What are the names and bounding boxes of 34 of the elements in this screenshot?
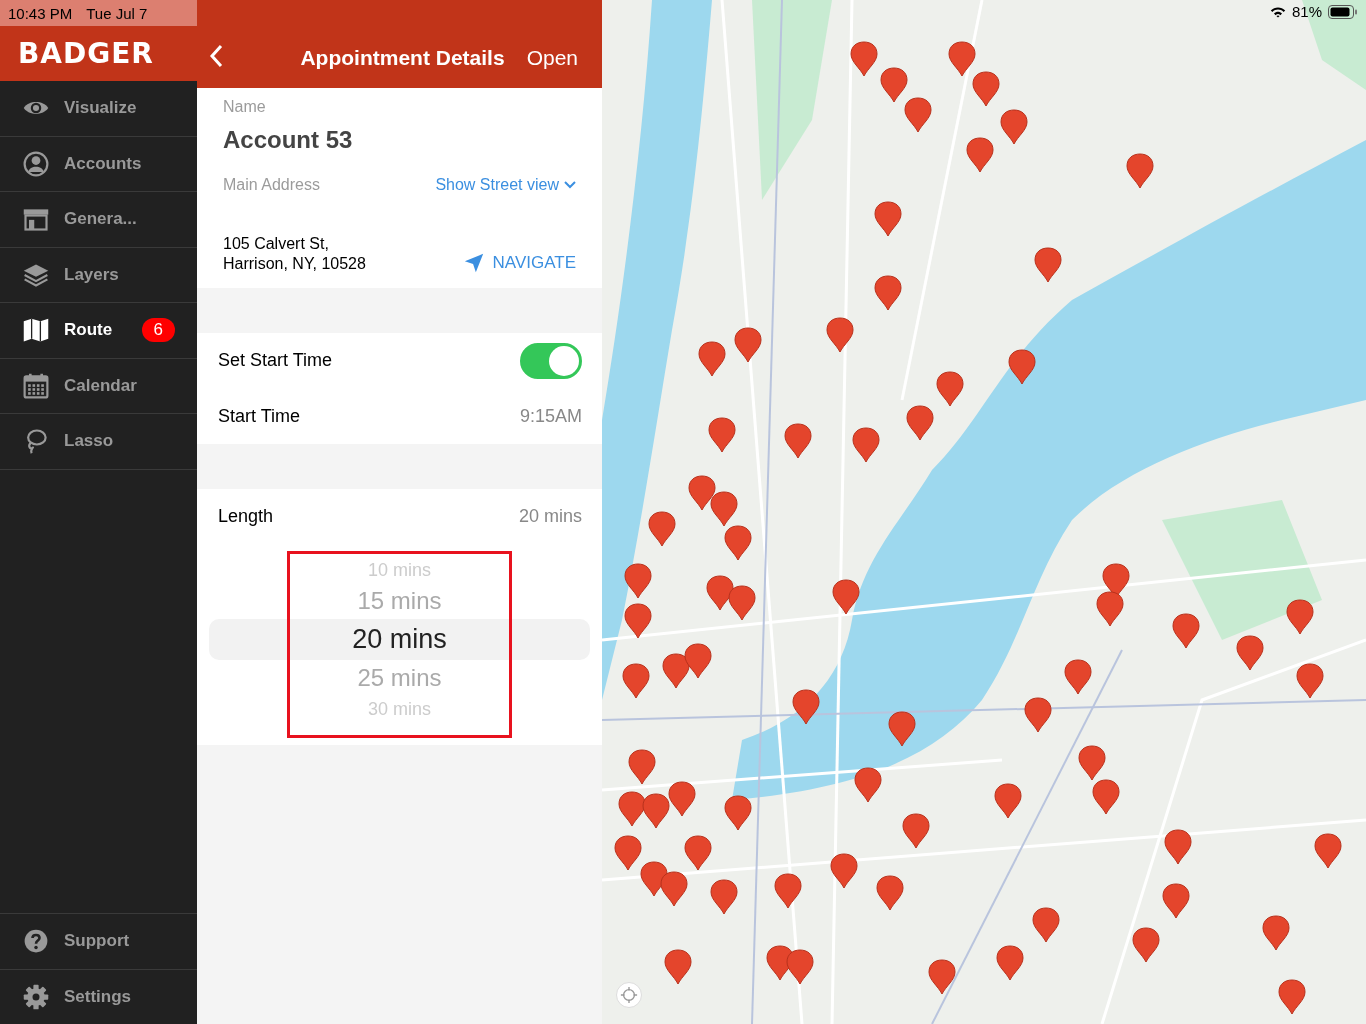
account-name: Account 53 — [223, 126, 354, 154]
street-view-link[interactable]: Show Street view — [435, 176, 576, 194]
setting-value: 9:15AM — [519, 405, 582, 427]
address-text: 105 Calvert St, Harrison, NY, 10528 — [223, 234, 366, 274]
field-label: Main Address — [223, 176, 320, 194]
battery-icon — [1328, 4, 1358, 19]
chevron-down-icon — [564, 181, 576, 189]
setting-label: Start Time — [218, 405, 301, 427]
back-icon[interactable] — [209, 44, 223, 68]
header-title: Appointment Details — [300, 46, 505, 70]
navigate-button[interactable]: NAVIGATE — [462, 252, 576, 274]
picker-option[interactable]: 20 mins — [209, 619, 590, 660]
app-logo: BADGER — [18, 37, 154, 70]
sidebar-item[interactable]: Settings — [0, 968, 197, 1024]
count-badge: 6 — [141, 318, 175, 343]
wifi-icon — [1269, 5, 1286, 18]
field-label: Name — [223, 98, 267, 116]
status-time: 10:43 PM — [8, 4, 73, 22]
crosshair-icon — [620, 986, 638, 1004]
battery-percent: 81% — [1291, 3, 1322, 20]
map-drawing[interactable] — [602, 0, 1366, 1024]
person-icon — [22, 149, 50, 178]
open-button[interactable]: Open — [526, 46, 578, 70]
sidebar-item[interactable]: Genera... — [0, 192, 197, 248]
calendar-icon — [22, 371, 50, 400]
sidebar-item[interactable]: Support — [0, 913, 197, 969]
setting-label: Length — [218, 506, 274, 528]
setting-value: 20 mins — [518, 506, 582, 528]
settings-icon — [22, 982, 50, 1011]
toggle-switch[interactable] — [520, 342, 582, 379]
setting-label: Set Start Time — [218, 350, 333, 372]
sidebar-item[interactable]: Calendar — [0, 358, 197, 414]
sidebar-item[interactable]: Route 6 — [0, 303, 197, 359]
status-date: Tue Jul 7 — [86, 4, 148, 22]
